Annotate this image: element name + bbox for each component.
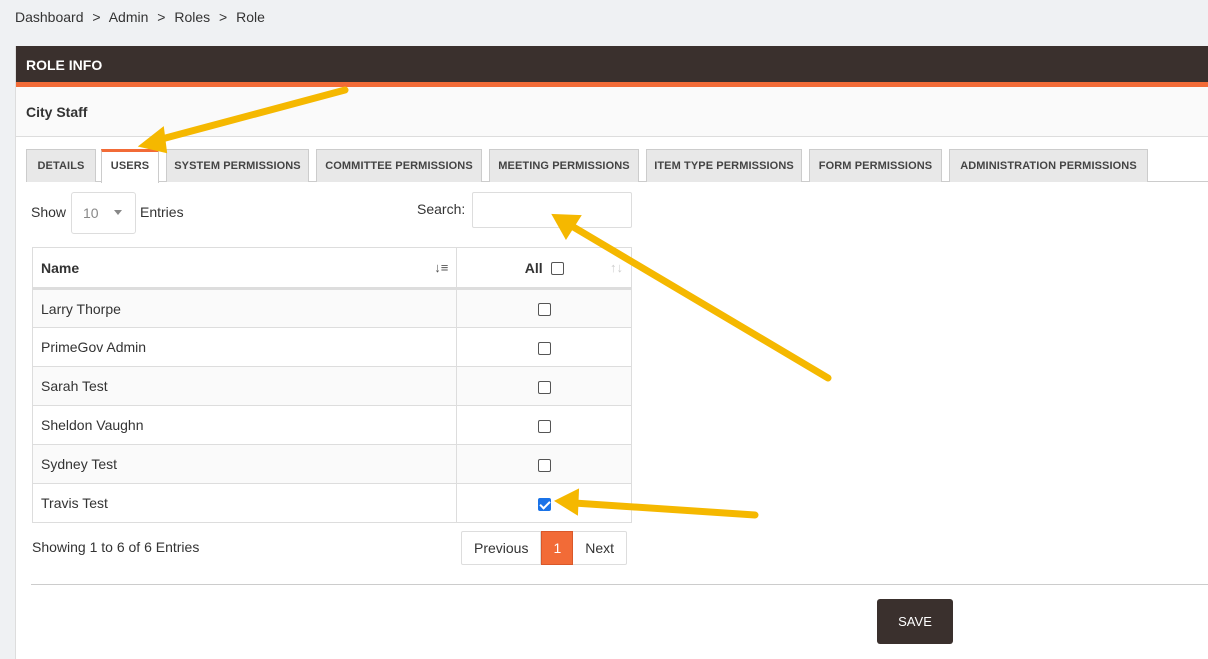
- tab-item-type-permissions[interactable]: ITEM TYPE PERMISSIONS: [646, 149, 802, 182]
- table-row: PrimeGov Admin: [31, 327, 632, 367]
- pagination: Previous 1 Next: [461, 531, 628, 565]
- tab-meeting-permissions[interactable]: MEETING PERMISSIONS: [489, 149, 639, 182]
- entries-select[interactable]: 10: [71, 192, 136, 234]
- user-name-cell: Sydney Test: [31, 444, 458, 484]
- all-header-label: All: [524, 259, 543, 276]
- select-all-checkbox[interactable]: [550, 262, 564, 276]
- user-checkbox[interactable]: [537, 341, 551, 355]
- search-input[interactable]: [472, 192, 632, 228]
- user-checkbox[interactable]: [537, 419, 551, 433]
- breadcrumb-admin[interactable]: Admin: [109, 9, 149, 25]
- tab-system-permissions[interactable]: SYSTEM PERMISSIONS: [166, 149, 309, 182]
- user-checkbox[interactable]: [537, 380, 551, 394]
- sort-icon[interactable]: ↑↓: [610, 260, 623, 275]
- previous-page-button[interactable]: Previous: [461, 531, 542, 565]
- role-info-panel: ROLE INFO City Staff DETAILS USERS SYSTE…: [15, 46, 1208, 659]
- save-button[interactable]: SAVE: [877, 599, 953, 644]
- tab-form-permissions[interactable]: FORM PERMISSIONS: [809, 149, 942, 182]
- all-column-header[interactable]: All ↑↓: [456, 247, 632, 290]
- users-table: Name ↓≡ All ↑↓ Larry Thorpe PrimeGov Adm…: [31, 247, 632, 523]
- tab-committee-permissions[interactable]: COMMITTEE PERMISSIONS: [316, 149, 482, 182]
- user-name-cell: Travis Test: [31, 483, 458, 523]
- table-row: Larry Thorpe: [31, 288, 632, 328]
- table-row: Sydney Test: [31, 444, 632, 484]
- role-name: City Staff: [16, 87, 1208, 137]
- table-row: Travis Test: [31, 483, 632, 523]
- tab-bar: DETAILS USERS SYSTEM PERMISSIONS COMMITT…: [26, 149, 1208, 183]
- caret-down-icon: [114, 210, 122, 215]
- user-name-cell: Sheldon Vaughn: [31, 405, 458, 445]
- breadcrumb: Dashboard > Admin > Roles > Role: [15, 9, 265, 25]
- table-info: Showing 1 to 6 of 6 Entries: [32, 539, 200, 555]
- entries-select-value: 10: [83, 205, 99, 221]
- name-column-header[interactable]: Name ↓≡: [31, 247, 458, 290]
- table-header-row: Name ↓≡ All ↑↓: [31, 247, 632, 290]
- breadcrumb-role: Role: [236, 9, 265, 25]
- page-1-button[interactable]: 1: [541, 531, 574, 565]
- search-label: Search:: [417, 201, 466, 217]
- divider: [31, 584, 1208, 585]
- user-name-cell: Larry Thorpe: [31, 288, 458, 328]
- tab-administration-permissions[interactable]: ADMINISTRATION PERMISSIONS: [949, 149, 1148, 182]
- breadcrumb-separator: >: [157, 9, 166, 25]
- tab-users[interactable]: USERS: [101, 149, 159, 183]
- show-label: Show: [31, 204, 67, 220]
- sort-ascending-icon[interactable]: ↓≡: [434, 260, 448, 275]
- user-name-cell: Sarah Test: [31, 366, 458, 406]
- panel-title: ROLE INFO: [16, 46, 1208, 87]
- breadcrumb-dashboard[interactable]: Dashboard: [15, 9, 84, 25]
- table-row: Sarah Test: [31, 366, 632, 406]
- next-page-button[interactable]: Next: [573, 531, 628, 565]
- user-checkbox-checked[interactable]: [537, 497, 551, 511]
- user-name-cell: PrimeGov Admin: [31, 327, 458, 367]
- tab-details[interactable]: DETAILS: [26, 149, 96, 182]
- user-checkbox[interactable]: [537, 303, 551, 317]
- user-checkbox[interactable]: [537, 458, 551, 472]
- name-header-label: Name: [41, 259, 80, 276]
- breadcrumb-separator: >: [219, 9, 228, 25]
- breadcrumb-roles[interactable]: Roles: [174, 9, 210, 25]
- table-row: Sheldon Vaughn: [31, 405, 632, 445]
- breadcrumb-separator: >: [92, 9, 101, 25]
- entries-label: Entries: [140, 204, 184, 220]
